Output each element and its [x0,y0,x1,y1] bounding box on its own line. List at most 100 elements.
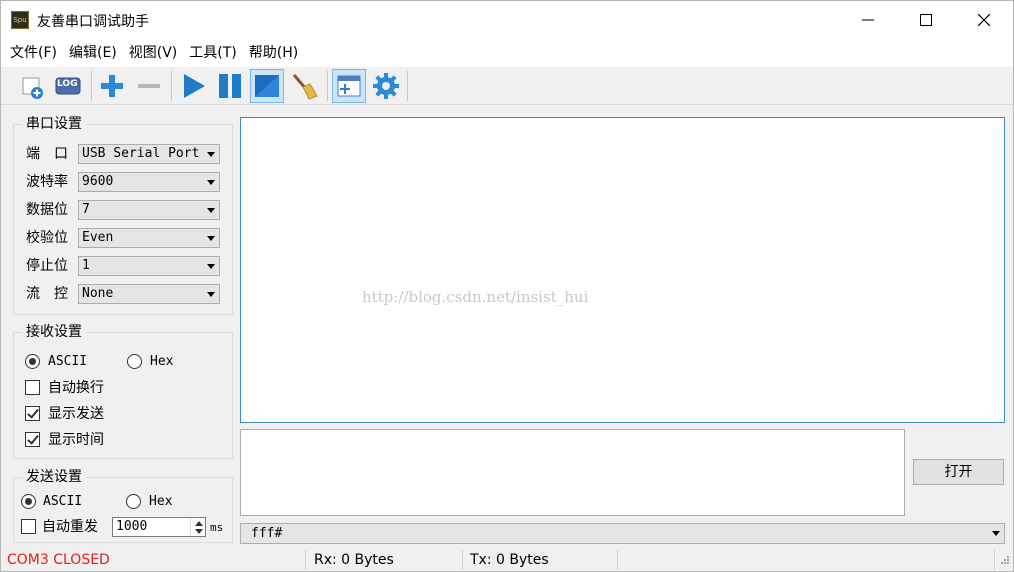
new-file-icon [22,77,43,99]
open-port-button[interactable]: 打开 [913,459,1004,485]
send-hex-label: Hex [149,494,173,509]
toolbar-separator [407,71,408,101]
receive-hex-label: Hex [150,354,174,369]
remove-button[interactable] [132,69,166,103]
chevron-down-icon [207,152,215,157]
receive-hex-radio[interactable] [127,354,142,369]
add-button[interactable] [95,69,129,103]
port-label: 端 口 [26,146,68,162]
chevron-down-icon [207,292,215,297]
minus-icon [138,84,160,88]
resize-grip-icon[interactable] [998,555,1010,567]
port-value: USB Serial Port [82,146,200,161]
receive-ascii-radio[interactable] [25,354,40,369]
minimize-icon [862,19,874,21]
parity-value: Even [82,230,114,245]
pause-button[interactable] [213,69,247,103]
close-button[interactable] [955,1,1013,39]
show-send-label: 显示发送 [48,406,104,422]
monitor-icon [255,75,279,97]
settings-button[interactable] [369,69,403,103]
chevron-down-icon [207,236,215,241]
window-add-icon [337,75,361,97]
flowcontrol-label: 流 控 [26,286,68,302]
plus-icon [101,75,123,97]
menu-help[interactable]: 帮助(H) [243,39,304,67]
send-history-value: fff# [251,526,283,541]
stopbits-value: 1 [82,258,90,273]
repeat-interval-input[interactable]: 1000 [112,517,206,537]
repeat-interval-value: 1000 [116,519,148,534]
stopbits-select[interactable]: 1 [78,256,220,276]
interval-unit: ms [210,521,224,534]
status-separator [617,550,618,570]
send-text-area[interactable] [240,429,905,516]
play-icon [184,74,205,98]
menu-bar: 文件(F) 编辑(E) 视图(V) 工具(T) 帮助(H) [1,39,1013,67]
databits-select[interactable]: 7 [78,200,220,220]
show-send-checkbox[interactable] [25,406,40,421]
minimize-button[interactable] [839,1,897,39]
auto-repeat-label: 自动重发 [42,519,98,535]
status-separator [305,550,306,570]
serial-settings-group: 串口设置 端 口 USB Serial Port 波特率 9600 数据位 7 … [13,116,233,315]
log-button[interactable]: LOG [51,69,85,103]
parity-select[interactable]: Even [78,228,220,248]
receive-settings-group: 接收设置 ASCII Hex 自动换行 显示发送 显示时间 [13,324,233,459]
baud-select[interactable]: 9600 [78,172,220,192]
spin-down-icon[interactable] [195,529,203,534]
toolbar-separator [327,71,328,101]
status-separator [994,550,995,570]
parity-label: 校验位 [26,230,68,246]
send-ascii-label: ASCII [43,494,83,509]
spin-divider [190,518,191,536]
tx-count: Tx: 0 Bytes [470,552,549,568]
receive-text-area[interactable]: http://blog.csdn.net/insist_hui [240,117,1005,423]
baud-label: 波特率 [26,174,68,190]
app-icon: Spu [11,11,29,29]
pause-icon [219,74,241,98]
serial-settings-title: 串口设置 [22,116,86,132]
menu-tools[interactable]: 工具(T) [183,39,242,67]
new-window-button[interactable] [332,69,366,103]
gear-icon [373,73,399,99]
menu-file[interactable]: 文件(F) [4,39,63,67]
maximize-button[interactable] [897,1,955,39]
auto-wrap-checkbox[interactable] [25,380,40,395]
app-window: Spu 友善串口调试助手 文件(F) 编辑(E) 视图(V) 工具(T) 帮助(… [0,0,1014,572]
toolbar: LOG [1,67,1013,105]
log-label: LOG [57,79,78,89]
menu-edit[interactable]: 编辑(E) [63,39,123,67]
show-time-checkbox[interactable] [25,432,40,447]
port-status: COM3 CLOSED [7,552,110,568]
chevron-down-icon [207,264,215,269]
start-button[interactable] [176,69,210,103]
new-file-button[interactable] [15,69,49,103]
send-hex-radio[interactable] [126,494,141,509]
flowcontrol-select[interactable]: None [78,284,220,304]
chevron-down-icon [207,208,215,213]
show-time-label: 显示时间 [48,432,104,448]
port-select[interactable]: USB Serial Port [78,144,220,164]
clear-button[interactable] [287,69,321,103]
flowcontrol-value: None [82,286,114,301]
display-button[interactable] [250,69,284,103]
databits-label: 数据位 [26,202,68,218]
rx-count: Rx: 0 Bytes [314,552,394,568]
databits-value: 7 [82,202,90,217]
receive-settings-title: 接收设置 [22,324,86,340]
stopbits-label: 停止位 [26,258,68,274]
broom-icon [292,74,318,100]
toolbar-separator [171,71,172,101]
auto-repeat-checkbox[interactable] [21,519,36,534]
send-history-select[interactable]: fff# [240,523,1005,544]
toolbar-separator [91,71,92,101]
receive-ascii-label: ASCII [48,354,88,369]
send-ascii-radio[interactable] [21,494,36,509]
spin-up-icon[interactable] [195,521,203,526]
menu-view[interactable]: 视图(V) [123,39,184,67]
send-settings-group: 发送设置 ASCII Hex 自动重发 1000 ms [13,469,233,543]
close-icon [978,14,990,26]
status-bar: COM3 CLOSED Rx: 0 Bytes Tx: 0 Bytes [1,549,1013,571]
send-settings-title: 发送设置 [22,469,86,485]
